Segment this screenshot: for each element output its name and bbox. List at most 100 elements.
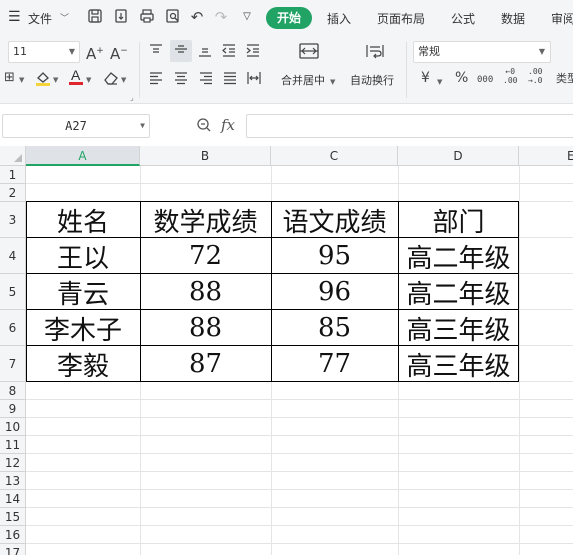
spreadsheet-grid[interactable]: A B C D E 1 2 3 4 5 6 7 8 9 10 11 12 13 …	[0, 146, 573, 555]
merge-center-button[interactable]: 合并居中	[281, 72, 325, 88]
table-cell[interactable]: 95	[271, 238, 398, 274]
currency-button[interactable]: ¥	[421, 70, 430, 86]
justify-icon[interactable]	[222, 70, 238, 90]
row-header-16[interactable]: 16	[0, 526, 26, 544]
row-header-14[interactable]: 14	[0, 490, 26, 508]
table-cell[interactable]: 85	[271, 310, 398, 346]
border-icon[interactable]: ⊞	[4, 70, 15, 86]
undo-icon[interactable]: ↶	[188, 8, 206, 26]
save-icon[interactable]	[86, 8, 104, 26]
table-cell[interactable]: 高三年级	[398, 310, 519, 346]
table-cell[interactable]: 高三年级	[398, 346, 519, 382]
row-header-9[interactable]: 9	[0, 400, 26, 418]
export-pdf-icon[interactable]	[112, 8, 130, 26]
name-box[interactable]: A27 ▼	[2, 114, 150, 138]
increase-decimal-button[interactable]: ←0.00	[503, 67, 517, 85]
table-cell[interactable]: 李木子	[26, 310, 140, 346]
align-left-icon[interactable]	[148, 70, 164, 90]
align-bottom-icon[interactable]	[197, 42, 213, 62]
formula-input[interactable]	[246, 114, 573, 138]
chevron-down-icon[interactable]: ▼	[330, 74, 335, 90]
align-top-icon[interactable]	[148, 42, 164, 62]
table-cell[interactable]: 88	[140, 274, 271, 310]
percent-button[interactable]: %	[455, 70, 468, 86]
table-cell[interactable]: 88	[140, 310, 271, 346]
number-format-select[interactable]: 常规 ▼	[413, 41, 551, 63]
row-header-2[interactable]: 2	[0, 184, 26, 202]
row-header-11[interactable]: 11	[0, 436, 26, 454]
table-cell[interactable]: 87	[140, 346, 271, 382]
wrap-text-button[interactable]: 自动换行	[350, 72, 394, 88]
increase-font-icon[interactable]: A+	[86, 43, 104, 62]
row-header-6[interactable]: 6	[0, 310, 26, 346]
redo-icon[interactable]: ↷	[212, 8, 230, 26]
zoom-search-icon[interactable]	[196, 117, 212, 137]
row-header-13[interactable]: 13	[0, 472, 26, 490]
column-header-d[interactable]: D	[398, 146, 519, 166]
chevron-down-icon[interactable]: ▼	[437, 74, 442, 90]
chevron-down-icon[interactable]: ﹀	[60, 11, 69, 24]
row-header-1[interactable]: 1	[0, 166, 26, 184]
table-cell[interactable]: 72	[140, 238, 271, 274]
tab-data[interactable]: 数据	[501, 10, 525, 27]
row-header-17[interactable]: 17	[0, 544, 26, 555]
chevron-down-icon[interactable]: ▼	[86, 72, 91, 88]
table-cell[interactable]: 王以	[26, 238, 140, 274]
row-header-15[interactable]: 15	[0, 508, 26, 526]
header-cell-chinese[interactable]: 语文成绩	[271, 202, 398, 238]
table-cell[interactable]: 青云	[26, 274, 140, 310]
more-types-button[interactable]: 类型	[556, 71, 573, 87]
align-middle-icon[interactable]	[170, 40, 192, 62]
decrease-decimal-button[interactable]: .00 →.0	[528, 67, 542, 85]
gridline	[26, 399, 573, 400]
header-cell-dept[interactable]: 部门	[398, 202, 519, 238]
chevron-down-icon[interactable]: ▼	[19, 72, 24, 88]
function-icon[interactable]: fx	[221, 116, 235, 134]
row-header-10[interactable]: 10	[0, 418, 26, 436]
tab-formulas[interactable]: 公式	[451, 10, 475, 27]
fill-color-icon[interactable]	[34, 69, 52, 91]
row-header-7[interactable]: 7	[0, 346, 26, 382]
header-cell-math[interactable]: 数学成绩	[140, 202, 271, 238]
decrease-indent-icon[interactable]	[221, 42, 237, 62]
chevron-down-icon[interactable]: ▼	[121, 72, 126, 88]
merge-center-icon[interactable]	[298, 42, 320, 64]
column-header-e[interactable]: E	[519, 146, 573, 166]
header-cell-name[interactable]: 姓名	[26, 202, 140, 238]
row-header-3[interactable]: 3	[0, 202, 26, 238]
decrease-font-icon[interactable]: A−	[110, 43, 128, 62]
align-center-icon[interactable]	[173, 70, 189, 90]
row-header-8[interactable]: 8	[0, 382, 26, 400]
row-header-12[interactable]: 12	[0, 454, 26, 472]
table-cell[interactable]: 李毅	[26, 346, 140, 382]
print-preview-icon[interactable]	[164, 8, 182, 26]
tab-insert[interactable]: 插入	[327, 10, 351, 27]
column-header-c[interactable]: C	[271, 146, 398, 166]
table-cell[interactable]: 96	[271, 274, 398, 310]
hamburger-icon[interactable]: ☰	[8, 9, 21, 25]
wrap-text-icon[interactable]	[364, 42, 386, 64]
table-cell[interactable]: 高二年级	[398, 274, 519, 310]
font-size-select[interactable]: 11 ▼	[8, 41, 80, 63]
select-all-corner[interactable]	[0, 146, 26, 166]
file-menu[interactable]: 文件	[28, 10, 52, 27]
row-header-4[interactable]: 4	[0, 238, 26, 274]
column-header-b[interactable]: B	[140, 146, 271, 166]
align-right-icon[interactable]	[198, 70, 214, 90]
table-cell[interactable]: 高二年级	[398, 238, 519, 274]
distributed-align-icon[interactable]	[246, 70, 262, 90]
font-color-icon[interactable]: A	[67, 67, 85, 91]
tab-review[interactable]: 审阅	[551, 10, 573, 27]
tab-page-layout[interactable]: 页面布局	[377, 10, 425, 27]
thousands-separator-button[interactable]: 000	[477, 72, 493, 88]
column-header-a[interactable]: A	[26, 146, 140, 166]
print-icon[interactable]	[138, 8, 156, 26]
clear-format-icon[interactable]	[102, 69, 120, 91]
row-header-5[interactable]: 5	[0, 274, 26, 310]
table-cell[interactable]: 77	[271, 346, 398, 382]
customize-dropdown-icon[interactable]: ▽	[238, 8, 256, 26]
gridline	[26, 471, 573, 472]
increase-indent-icon[interactable]	[245, 42, 261, 62]
tab-start[interactable]: 开始	[266, 7, 312, 29]
chevron-down-icon[interactable]: ▼	[53, 72, 58, 88]
